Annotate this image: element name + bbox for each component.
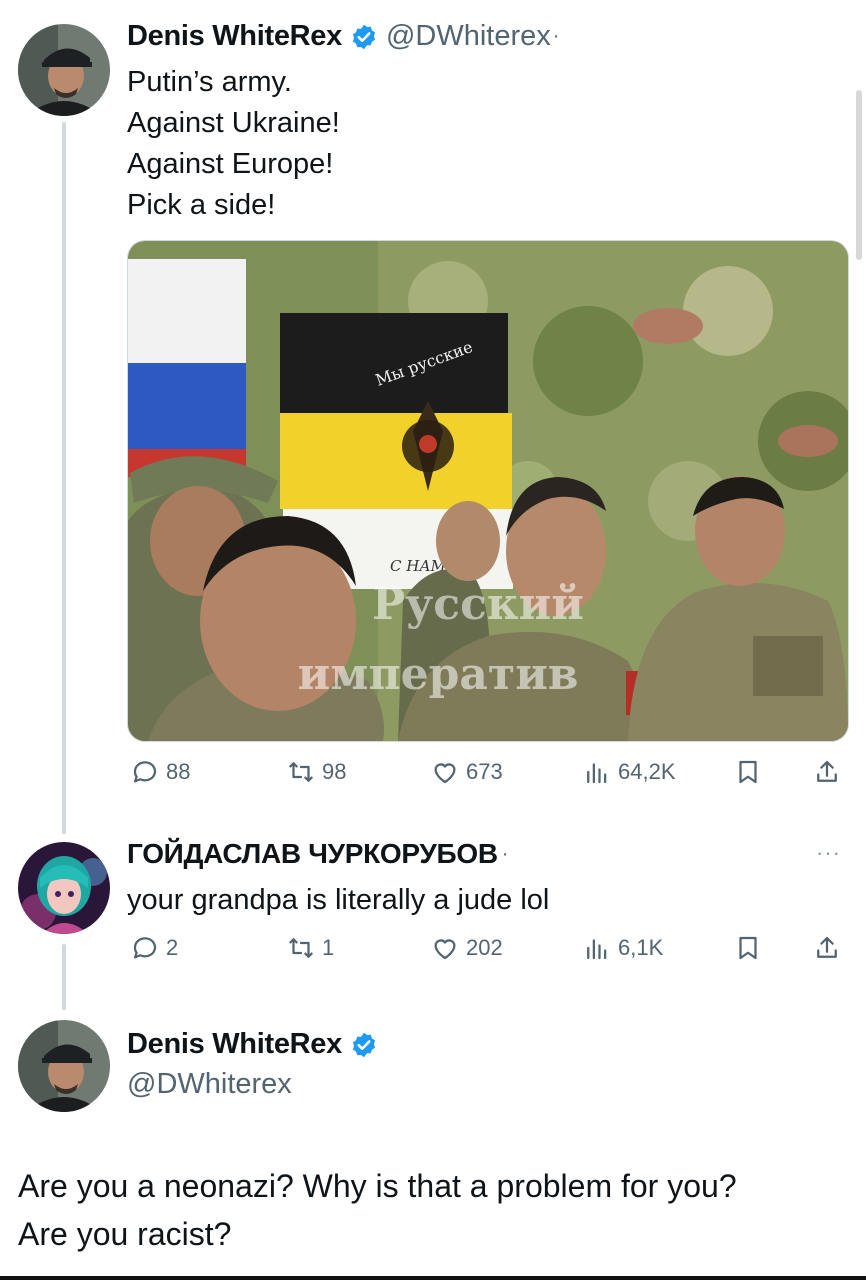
bottom-divider [0,1276,866,1280]
like-count: 673 [466,759,503,784]
avatar[interactable] [18,24,110,116]
repost-button[interactable]: 98 [286,757,346,787]
thread-line [62,122,66,834]
reply-button[interactable]: 2 [130,933,178,963]
bookmark-button[interactable] [733,757,763,787]
scrollbar[interactable] [856,90,862,260]
author-name[interactable]: ГОЙДАСЛАВ ЧУРКОРУБОВ [127,838,498,870]
tweet-line: Against Ukraine! [127,107,340,139]
like-button[interactable]: 202 [430,933,503,963]
separator-dot: · [552,25,560,47]
tweet-line: Are you a neonazi? Why is that a problem… [18,1168,737,1204]
author-handle[interactable]: @DWhiterex [386,20,551,53]
tweet-line: Putin’s army. [127,66,292,98]
repost-icon [289,938,313,958]
verified-badge-icon [350,1031,378,1059]
reply-icon [133,937,157,959]
tweet-actions: 88 98 673 64,2K [0,757,866,797]
share-icon [817,936,837,958]
bookmark-icon [739,936,757,960]
views-count: 64,2K [618,759,676,784]
repost-count: 98 [322,759,347,784]
reply-line: your grandpa is literally a jude lol [127,884,550,916]
views-count: 6,1K [618,935,664,960]
share-button[interactable] [812,933,842,963]
repost-count: 1 [322,935,335,960]
reply-button[interactable]: 88 [130,757,190,787]
views-icon [587,763,607,784]
watermark-line-1: Русский [372,579,584,630]
tweet-line: Against Europe! [127,148,334,180]
reply-text: your grandpa is literally a jude lol [127,880,549,921]
repost-icon [289,762,313,782]
author-handle[interactable]: @DWhiterex [127,1068,292,1101]
like-icon [434,763,456,784]
share-button[interactable] [812,757,842,787]
like-count: 202 [466,935,503,960]
author-name[interactable]: Denis WhiteRex [127,20,342,53]
repost-button[interactable]: 1 [286,933,334,963]
tweet-line: Pick a side! [127,189,276,221]
like-icon [434,939,456,960]
more-icon[interactable]: ··· [816,840,841,866]
avatar[interactable] [18,1020,110,1112]
author-name[interactable]: Denis WhiteRex [127,1028,342,1061]
tweet-photo[interactable]: Мы русские С НАМИ Русский императив [127,240,849,742]
reply-actions: 2 1 202 6,1K [0,933,866,973]
reply-count: 2 [166,935,179,960]
like-button[interactable]: 673 [430,757,503,787]
watermark-line-2: императив [298,649,579,700]
bookmark-button[interactable] [733,933,763,963]
verified-badge-icon [350,23,378,51]
views-button[interactable]: 6,1K [582,933,663,963]
views-icon [587,939,607,960]
separator-dot: · [501,842,509,865]
reply-icon [133,761,157,783]
bookmark-icon [739,760,757,784]
tweet-text: Putin’s army. Against Ukraine! Against E… [127,62,340,226]
tweet-line: Are you racist? [18,1216,232,1252]
share-icon [817,760,837,782]
avatar[interactable] [18,842,110,934]
reply-count: 88 [166,759,191,784]
tweet-text: Are you a neonazi? Why is that a problem… [18,1162,737,1258]
views-button[interactable]: 64,2K [582,757,676,787]
